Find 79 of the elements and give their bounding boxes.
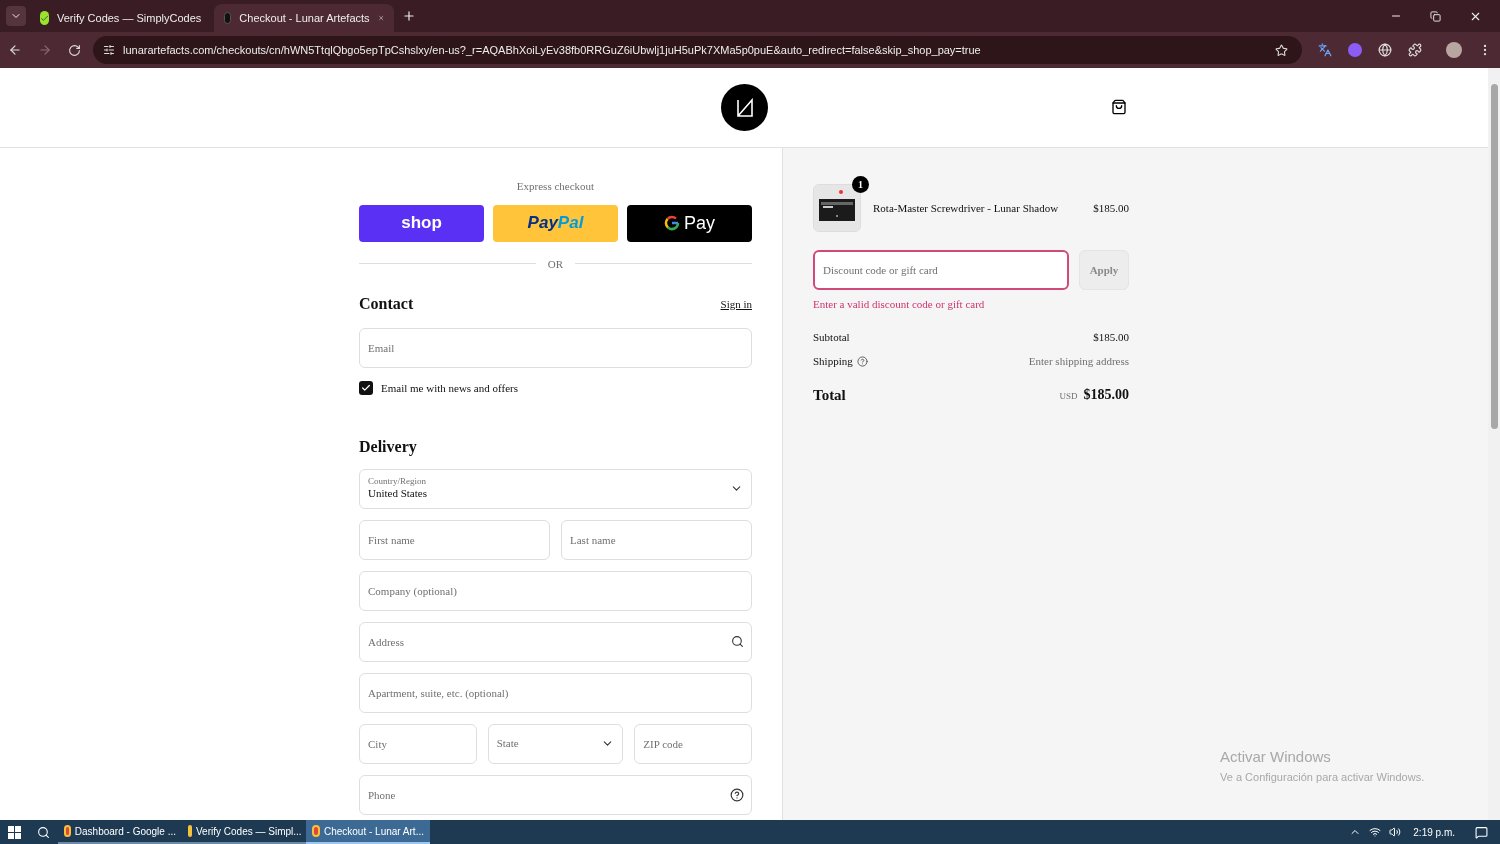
- input-field[interactable]: ZIP code: [634, 723, 752, 764]
- field-label: Country/Region: [368, 476, 427, 488]
- volume-icon[interactable]: [1389, 826, 1402, 838]
- store-logo[interactable]: [721, 84, 768, 131]
- check-icon: [361, 383, 371, 394]
- product-name: Rota-Master Screwdriver - Lunar Shadow: [873, 200, 1060, 216]
- taskbar-item-label: Dashboard - Google ...: [74, 824, 176, 839]
- field-placeholder: State: [496, 736, 519, 752]
- input-field[interactable]: Phone: [359, 774, 752, 815]
- google-pay-button[interactable]: Pay: [627, 204, 752, 242]
- scrollbar-thumb[interactable]: [1490, 84, 1498, 429]
- field-value: United States: [368, 487, 427, 501]
- tab-title: Verify Codes — SimplyCodes: [57, 10, 202, 26]
- search-icon[interactable]: [731, 634, 744, 648]
- checkbox-label: Email me with news and offers: [381, 381, 518, 396]
- express-checkout-heading: Express checkout: [515, 179, 596, 194]
- url-text: lunarartefacts.com/checkouts/cn/hWN5TtqlQbgo5epTpCshslxy/en-us?_r=AQABhXoiLyEv38fb0RRGuZ6iUbwlj1juH5uPk7XMa5p0puE&auto_redirect=false&skip_shop_pay=true: [123, 42, 982, 58]
- taskbar-item[interactable]: Dashboard - Google ...: [58, 820, 182, 844]
- discount-code-field[interactable]: Discount code or gift card: [813, 250, 1069, 290]
- input-field[interactable]: Apartment, suite, etc. (optional): [359, 672, 752, 713]
- browser-tab[interactable]: Checkout - Lunar Artefacts: [214, 4, 394, 32]
- input-field[interactable]: Address: [359, 621, 752, 662]
- extensions-icon[interactable]: [1408, 43, 1422, 57]
- tab-list-button[interactable]: [6, 6, 26, 26]
- network-icon[interactable]: [1369, 826, 1382, 838]
- error-message: Enter a valid discount code or gift card: [813, 297, 986, 312]
- taskbar-item-label: Checkout - Lunar Art...: [323, 824, 424, 839]
- select-field[interactable]: Country/Region United States: [359, 468, 752, 509]
- translate-icon[interactable]: [1318, 43, 1332, 57]
- product-price: $185.00: [1093, 200, 1129, 216]
- input-field[interactable]: Last name: [561, 519, 752, 560]
- new-tab-icon[interactable]: [402, 9, 416, 23]
- chrome-icon: [64, 825, 71, 837]
- input-field[interactable]: Company (optional): [359, 570, 752, 611]
- input-field[interactable]: City: [359, 723, 477, 764]
- input-field[interactable]: First name: [359, 519, 550, 560]
- taskbar-item-label: Verify Codes — Simpl...: [196, 824, 302, 839]
- delivery-heading: Delivery: [359, 436, 418, 458]
- help-icon[interactable]: [730, 787, 744, 802]
- sign-in-link[interactable]: Sign in: [720, 295, 752, 313]
- shop-pay-button[interactable]: shop: [359, 204, 484, 242]
- bookmark-icon[interactable]: [1275, 43, 1288, 57]
- select-field[interactable]: State: [487, 723, 624, 764]
- extension-icon[interactable]: [1348, 43, 1362, 57]
- shipping-label: Shipping: [813, 354, 853, 369]
- forward-icon[interactable]: [38, 43, 52, 57]
- total-label: Total: [813, 385, 846, 405]
- activation-notice-title: Activar Windows: [1220, 747, 1332, 767]
- clock-time[interactable]: 2:19 p.m.: [1413, 824, 1455, 840]
- currency-code: USD: [1059, 390, 1078, 404]
- shipping-value: Enter shipping address: [1028, 354, 1129, 369]
- profile-avatar[interactable]: [1446, 42, 1462, 58]
- tab-title: Checkout - Lunar Artefacts: [239, 10, 370, 26]
- total-value: $185.00: [1083, 386, 1129, 405]
- or-divider-text: OR: [547, 256, 564, 272]
- notification-icon[interactable]: [1475, 825, 1488, 839]
- scrollbar[interactable]: [1488, 68, 1500, 820]
- contact-heading: Contact: [359, 294, 414, 314]
- address-bar[interactable]: lunarartefacts.com/checkouts/cn/hWN5TtqlQbgo5epTpCshslxy/en-us?_r=AQABhXoiLyEv38fb0RRGuZ6iUbwlj1juH5uPk7XMa5p0puE&auto_redirect=false&skip_shop_pay=true: [93, 36, 1302, 64]
- activation-notice-text: Ve a Configuración para activar Windows.: [1220, 769, 1425, 785]
- email-field[interactable]: Email: [359, 328, 752, 368]
- subtotal-value: $185.00: [1093, 329, 1129, 345]
- chrome-icon: [188, 825, 192, 837]
- back-icon[interactable]: [8, 43, 22, 57]
- checkbox[interactable]: [359, 381, 373, 396]
- restore-icon[interactable]: [1430, 10, 1441, 22]
- globe-icon[interactable]: [1378, 43, 1392, 57]
- chrome-icon: [312, 825, 320, 837]
- bag-icon[interactable]: [1111, 99, 1127, 115]
- windows-start-icon[interactable]: [8, 825, 21, 839]
- subtotal-label: Subtotal: [813, 329, 850, 345]
- taskbar-item[interactable]: Checkout - Lunar Art...: [306, 820, 430, 844]
- reload-icon[interactable]: [68, 43, 81, 57]
- paypal-button[interactable]: PayPal: [493, 204, 618, 242]
- google-g-icon: [664, 215, 680, 231]
- site-settings-icon[interactable]: [103, 44, 115, 56]
- site-icon: [224, 12, 232, 24]
- quantity-badge: 1: [852, 176, 869, 193]
- search-icon[interactable]: [37, 825, 50, 839]
